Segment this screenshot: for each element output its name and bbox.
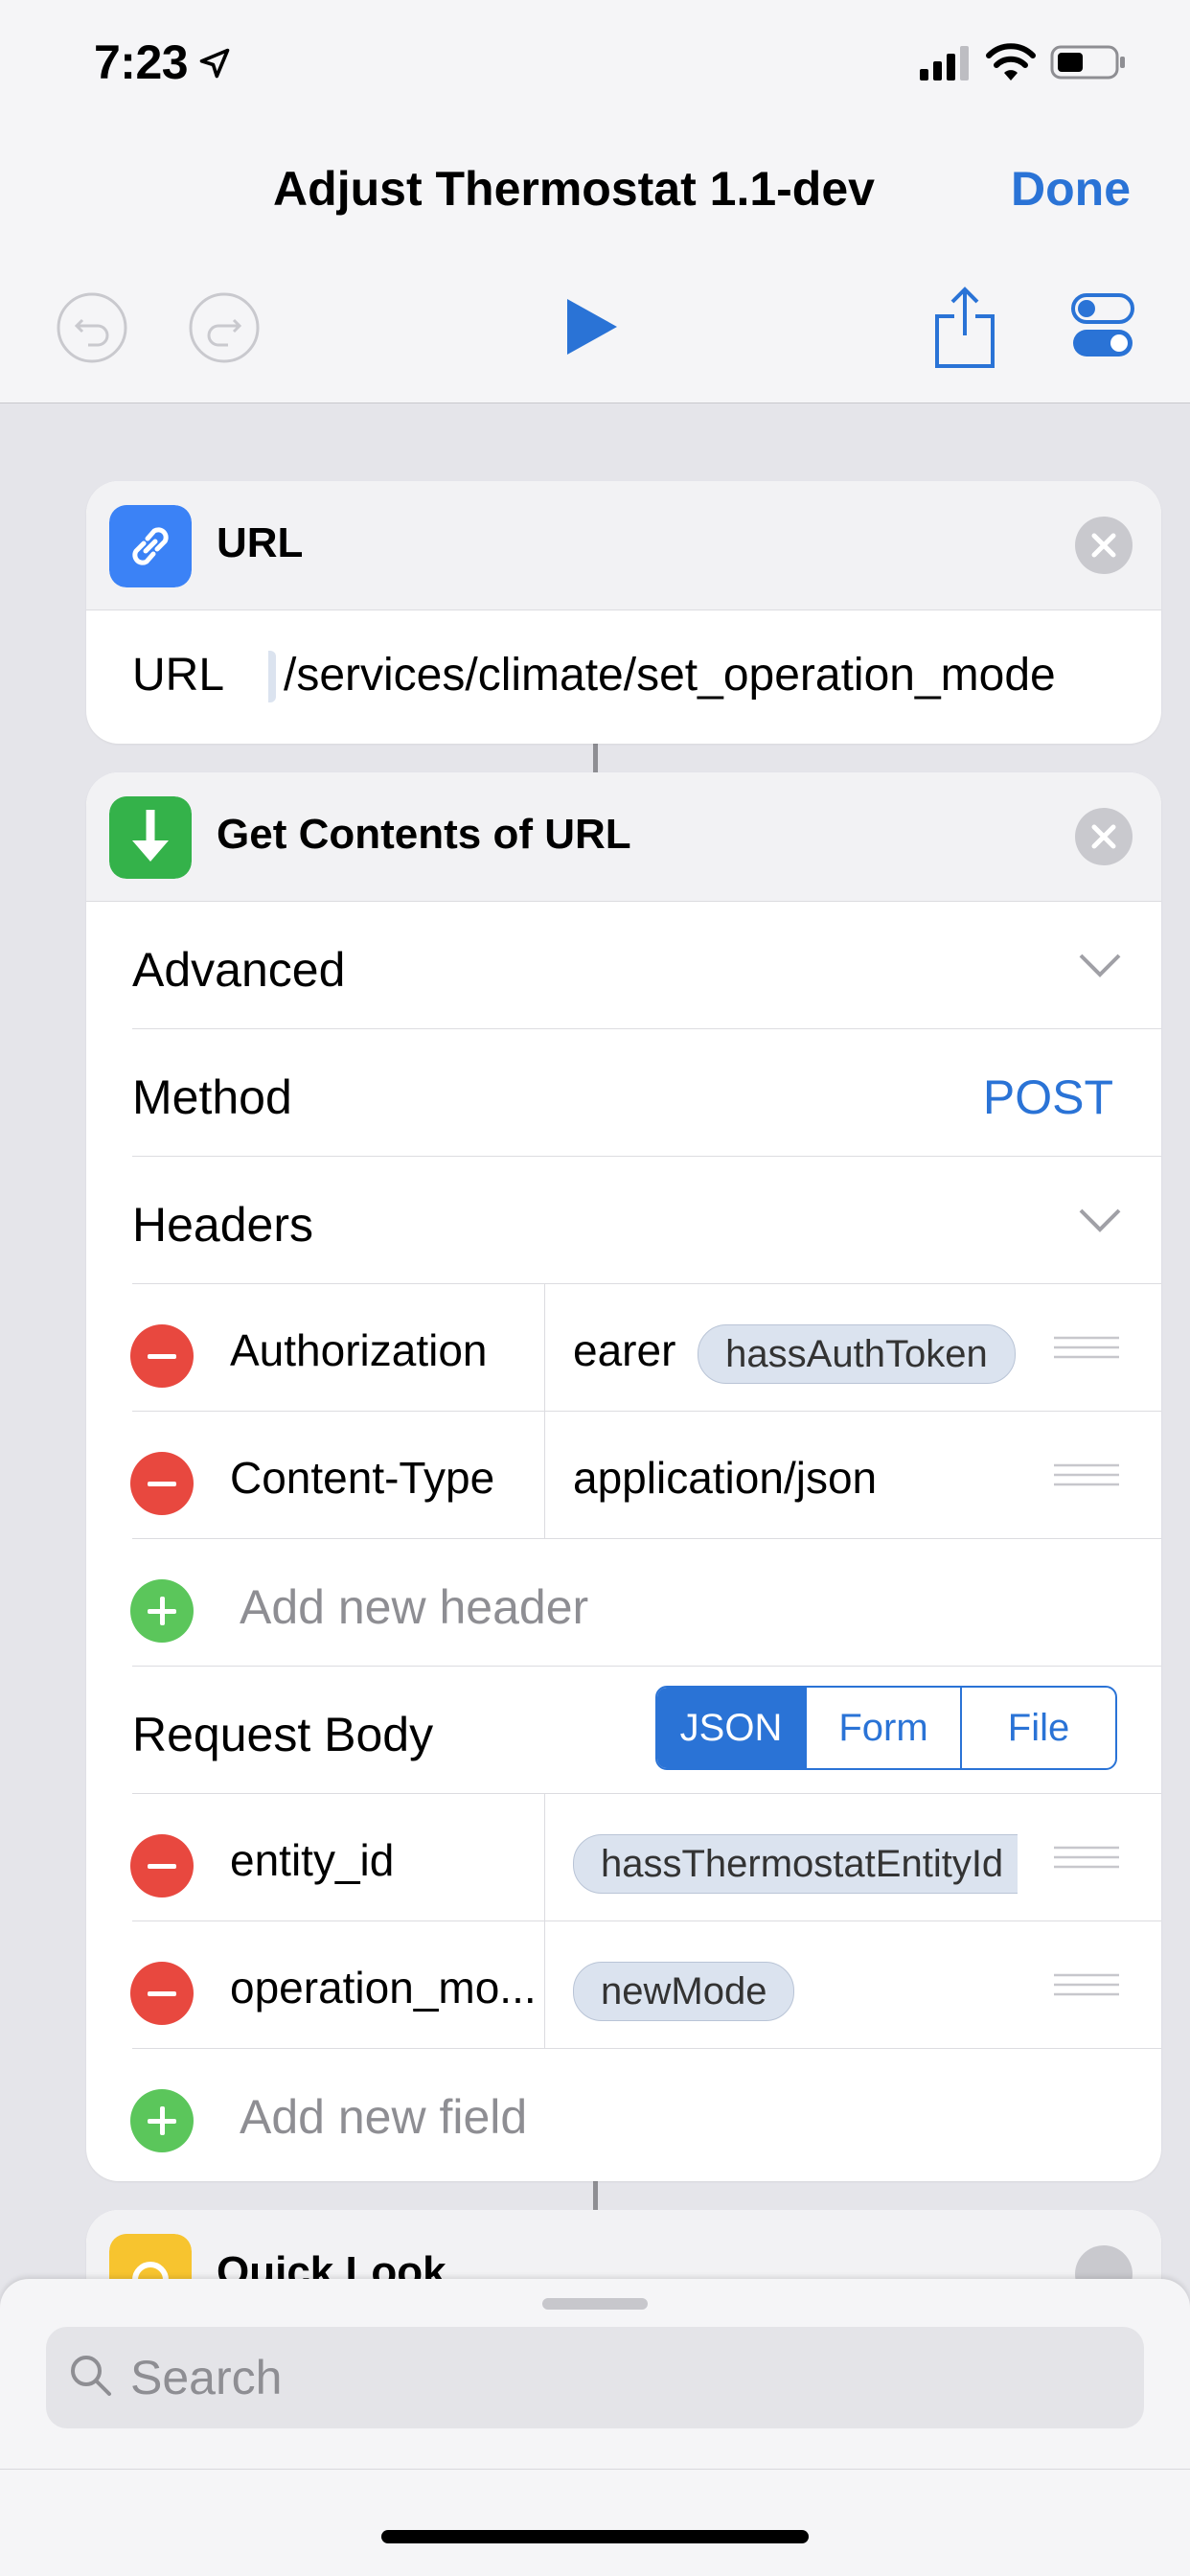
home-indicator[interactable] — [381, 2530, 809, 2543]
add-header-placeholder[interactable]: Add new header — [240, 1579, 588, 1635]
variable-token-fragment[interactable] — [268, 651, 276, 702]
body-type-segmented-control[interactable]: JSON Form File — [655, 1686, 1117, 1770]
variable-token[interactable]: hassAuthToken — [698, 1324, 1016, 1384]
search-field[interactable]: Search — [46, 2327, 1144, 2428]
cellular-signal-icon — [920, 46, 969, 80]
url-field-label: URL — [132, 650, 225, 701]
get-contents-title: Get Contents of URL — [217, 811, 631, 858]
reorder-handle-icon[interactable] — [1054, 1973, 1119, 1996]
field-key[interactable]: entity_id — [230, 1834, 394, 1886]
add-header-button[interactable] — [130, 1579, 194, 1643]
add-field-row[interactable]: Add new field — [86, 2049, 1161, 2176]
header-value[interactable]: earer hassAuthToken — [573, 1324, 1016, 1384]
chevron-down-icon — [1079, 954, 1121, 978]
url-action-card[interactable]: URL URL /services/climate/set_operation_… — [86, 481, 1161, 744]
status-time: 7:23 — [94, 35, 189, 89]
field-value[interactable]: newMode — [573, 1962, 795, 2021]
header-value[interactable]: application/json — [573, 1452, 877, 1504]
method-value[interactable]: POST — [983, 1070, 1113, 1125]
share-icon[interactable] — [931, 286, 998, 370]
top-navigation-area: 7:23 Adjust Thermostat 1.1-dev Done — [0, 0, 1190, 403]
reorder-handle-icon[interactable] — [1054, 1846, 1119, 1869]
add-header-row[interactable]: Add new header — [86, 1539, 1161, 1667]
header-value-text: earer — [573, 1325, 676, 1376]
body-field-entry: operation_mo... newMode — [86, 1921, 1161, 2049]
location-arrow-icon — [199, 48, 230, 79]
segment-form[interactable]: Form — [805, 1688, 960, 1768]
get-contents-header: Get Contents of URL — [86, 772, 1161, 902]
link-icon — [109, 505, 192, 587]
method-label: Method — [132, 1070, 292, 1124]
body-field-entry: entity_id hassThermostatEntityId — [86, 1794, 1161, 1921]
header-entry: Authorization earer hassAuthToken — [86, 1284, 1161, 1412]
undo-icon[interactable] — [56, 291, 128, 364]
add-field-button[interactable] — [130, 2089, 194, 2152]
headers-label: Headers — [132, 1198, 313, 1252]
chevron-down-icon — [1079, 1208, 1121, 1232]
remove-action-button[interactable] — [1075, 517, 1133, 574]
header-key[interactable]: Authorization — [230, 1324, 488, 1376]
url-action-title: URL — [217, 519, 304, 566]
request-body-row: Request Body JSON Form File — [86, 1667, 1161, 1794]
wifi-icon — [986, 43, 1036, 80]
workflow-title: Adjust Thermostat 1.1-dev — [273, 162, 875, 216]
search-placeholder: Search — [130, 2351, 283, 2404]
play-icon[interactable] — [565, 297, 619, 356]
action-connector — [593, 2181, 598, 2210]
advanced-label: Advanced — [132, 943, 346, 997]
action-connector — [593, 744, 598, 772]
add-field-placeholder[interactable]: Add new field — [240, 2089, 527, 2145]
segment-json[interactable]: JSON — [657, 1688, 805, 1768]
redo-icon[interactable] — [188, 291, 261, 364]
field-key[interactable]: operation_mo... — [230, 1962, 537, 2013]
delete-field-button[interactable] — [130, 1962, 194, 2025]
get-contents-card[interactable]: Get Contents of URL Advanced Method POST… — [86, 772, 1161, 2181]
download-arrow-icon — [109, 796, 192, 879]
reorder-handle-icon[interactable] — [1054, 1463, 1119, 1486]
headers-row[interactable]: Headers — [86, 1157, 1161, 1284]
delete-header-button[interactable] — [130, 1324, 194, 1388]
battery-icon — [1050, 45, 1125, 80]
field-value[interactable]: hassThermostatEntityId — [573, 1834, 1018, 1894]
segment-file[interactable]: File — [960, 1688, 1115, 1768]
sheet-grabber[interactable] — [542, 2298, 648, 2310]
variable-token[interactable]: hassThermostatEntityId — [573, 1834, 1018, 1894]
url-action-header: URL — [86, 481, 1161, 610]
settings-toggle-icon[interactable] — [1071, 293, 1134, 358]
variable-token[interactable]: newMode — [573, 1962, 795, 2021]
done-button[interactable]: Done — [1011, 161, 1131, 217]
header-key[interactable]: Content-Type — [230, 1452, 494, 1504]
url-field-value[interactable]: /services/climate/set_operation_mode — [284, 649, 1056, 702]
close-icon — [1091, 533, 1116, 558]
delete-header-button[interactable] — [130, 1452, 194, 1515]
close-icon — [1091, 824, 1116, 849]
search-icon — [71, 2356, 111, 2396]
remove-action-button[interactable] — [1075, 808, 1133, 865]
method-row[interactable]: Method POST — [86, 1029, 1161, 1157]
request-body-label: Request Body — [132, 1708, 434, 1761]
header-entry: Content-Type application/json — [86, 1412, 1161, 1539]
delete-field-button[interactable] — [130, 1834, 194, 1898]
reorder-handle-icon[interactable] — [1054, 1336, 1119, 1359]
advanced-row[interactable]: Advanced — [86, 902, 1161, 1029]
